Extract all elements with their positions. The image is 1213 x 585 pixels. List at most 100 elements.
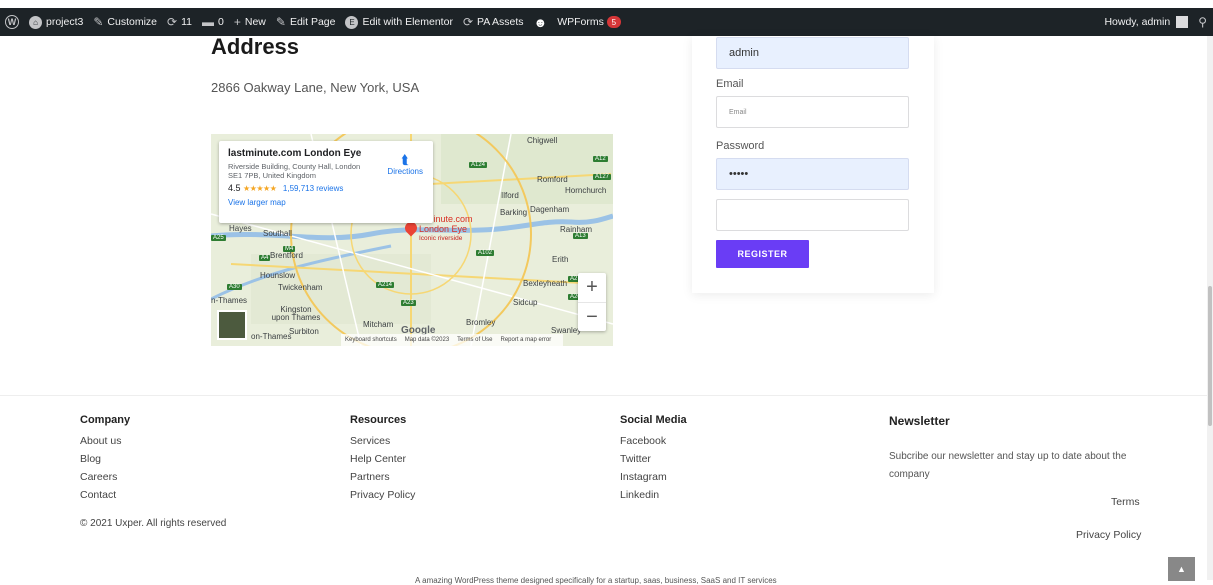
password-input[interactable]: ••••• <box>716 158 909 190</box>
view-larger-map-link[interactable]: View larger map <box>228 198 424 207</box>
map-road-label: A12 <box>593 156 608 162</box>
pin-subtitle: Iconic riverside <box>419 235 463 242</box>
map-town-label: Mitcham <box>363 320 394 329</box>
footer-link-careers[interactable]: Careers <box>80 468 130 486</box>
page-scrollbar[interactable] <box>1207 36 1213 580</box>
map-road-label: A25 <box>211 235 226 241</box>
site-footer: Company About us Blog Careers Contact Re… <box>0 395 1207 585</box>
comments-link[interactable]: ▬ 0 <box>197 8 229 36</box>
password-label: Password <box>716 140 765 152</box>
updates-link[interactable]: ⟳ 11 <box>162 8 197 36</box>
pa-assets-link[interactable]: ⟳ PA Assets <box>458 8 529 36</box>
footer-link-about[interactable]: About us <box>80 432 130 450</box>
map-town-label: Chigwell <box>527 136 558 145</box>
terms-link[interactable]: Terms <box>1111 496 1140 508</box>
copyright-text: © 2021 Uxper. All rights reserved <box>80 518 227 529</box>
search-icon[interactable]: ⚲ <box>1198 15 1207 29</box>
place-info-card: lastminute.com London Eye Riverside Buil… <box>219 141 433 223</box>
edit-elementor-link[interactable]: E Edit with Elementor <box>340 8 457 36</box>
back-to-top-button[interactable]: ▲ <box>1168 557 1195 581</box>
reviews-link[interactable]: 1,59,713 reviews <box>283 184 343 193</box>
email-field[interactable]: Email <box>716 96 909 128</box>
comments-count: 0 <box>218 16 224 28</box>
footer-link-instagram[interactable]: Instagram <box>620 468 687 486</box>
place-rating: 4.5 ★★★★★ 1,59,713 reviews <box>228 183 424 193</box>
new-label: New <box>244 16 266 28</box>
scrollbar-thumb[interactable] <box>1208 286 1212 426</box>
keyboard-shortcuts-link[interactable]: Keyboard shortcuts <box>345 337 397 343</box>
directions-icon: ⮬ <box>401 152 410 167</box>
terms-of-use-link[interactable]: Terms of Use <box>457 337 492 343</box>
map-town-label: Hornchurch <box>565 186 607 195</box>
map-road-label: A124 <box>469 162 488 168</box>
howdy-user-menu[interactable]: Howdy, admin <box>1104 16 1170 28</box>
updates-icon: ⟳ <box>167 15 178 29</box>
map-road-label: A102 <box>476 250 495 256</box>
footer-link-contact[interactable]: Contact <box>80 486 130 504</box>
footer-link-services[interactable]: Services <box>350 432 415 450</box>
map-road-label: A13 <box>573 233 588 239</box>
brush-icon: ✎ <box>93 15 104 29</box>
new-content-menu[interactable]: + New <box>229 8 271 36</box>
map-town-label: Hayes <box>229 224 252 233</box>
footer-link-blog[interactable]: Blog <box>80 450 130 468</box>
zoom-in-button[interactable]: + <box>578 273 606 302</box>
extra-input[interactable] <box>716 199 909 231</box>
footer-link-privacy-policy[interactable]: Privacy Policy <box>350 486 415 504</box>
star-rating-icon: ★★★★★ <box>243 184 277 193</box>
footer-link-partners[interactable]: Partners <box>350 468 415 486</box>
footer-link-facebook[interactable]: Facebook <box>620 432 687 450</box>
address-text: 2866 Oakway Lane, New York, USA <box>211 80 420 95</box>
edit-page-link[interactable]: ✎ Edit Page <box>271 8 341 36</box>
place-address: Riverside Building, County Hall, London … <box>228 162 361 180</box>
pa-assets-label: PA Assets <box>477 16 524 28</box>
wpforms-badge: 5 <box>606 16 621 28</box>
username-input[interactable]: admin <box>716 37 909 69</box>
avatar[interactable] <box>1176 16 1189 28</box>
footer-social-column: Social Media Facebook Twitter Instagram … <box>620 414 687 504</box>
footer-tagline: A amazing WordPress theme designed speci… <box>415 576 777 585</box>
footer-link-linkedin[interactable]: Linkedin <box>620 486 687 504</box>
footer-resources-column: Resources Services Help Center Partners … <box>350 414 415 504</box>
map-town-label: Hounslow <box>260 271 296 280</box>
wpforms-label: WPForms <box>557 16 604 28</box>
wpforms-bear-icon: ☻ <box>533 14 548 30</box>
top-strip <box>0 0 1213 8</box>
footer-link-twitter[interactable]: Twitter <box>620 450 687 468</box>
map-town-label: Kingston upon Thames <box>271 305 321 322</box>
map-town-label: Erith <box>552 255 569 264</box>
register-form: admin Email Email Password ••••• REGISTE… <box>692 36 934 293</box>
map-town-label: Brentford <box>270 251 303 260</box>
google-map[interactable]: Chigwell Romford Hornchurch Ilford Barki… <box>211 134 613 346</box>
map-road-label: A4 <box>259 255 271 261</box>
map-road-label: A23 <box>401 300 416 306</box>
site-name-menu[interactable]: ⌂ project3 <box>24 8 88 36</box>
map-town-label: Surbiton <box>289 327 319 336</box>
footer-company-column: Company About us Blog Careers Contact <box>80 414 130 504</box>
privacy-policy-link[interactable]: Privacy Policy <box>1076 529 1141 541</box>
map-town-label: Bexleyheath <box>523 279 568 288</box>
satellite-toggle[interactable] <box>217 310 247 340</box>
map-town-label: Romford <box>537 175 568 184</box>
arrow-up-icon: ▲ <box>1177 564 1186 574</box>
directions-button[interactable]: ⮬ Directions <box>387 152 423 177</box>
pencil-icon: ✎ <box>275 15 286 29</box>
map-town-label: Sidcup <box>513 298 538 307</box>
customize-link[interactable]: ✎ Customize <box>88 8 162 36</box>
map-town-label: Twickenham <box>278 283 323 292</box>
map-attribution: Keyboard shortcuts Map data ©2023 Terms … <box>341 334 564 346</box>
wp-logo-menu[interactable]: W <box>0 8 24 36</box>
map-road-label: M4 <box>283 246 296 252</box>
address-heading: Address <box>211 34 300 59</box>
wpforms-link[interactable]: ☻ WPForms 5 <box>529 8 626 36</box>
newsletter-text: Subcribe our newsletter and stay up to d… <box>889 451 1127 480</box>
report-map-error-link[interactable]: Report a map error <box>501 337 552 343</box>
elementor-icon: E <box>345 15 359 29</box>
map-town-label: on-Thames <box>251 332 292 341</box>
email-label: Email <box>716 78 744 90</box>
footer-link-help-center[interactable]: Help Center <box>350 450 415 468</box>
zoom-out-button[interactable]: − <box>578 302 606 332</box>
directions-label: Directions <box>387 167 423 176</box>
map-town-label: Dagenham <box>530 205 570 214</box>
register-button[interactable]: REGISTER <box>716 240 809 268</box>
